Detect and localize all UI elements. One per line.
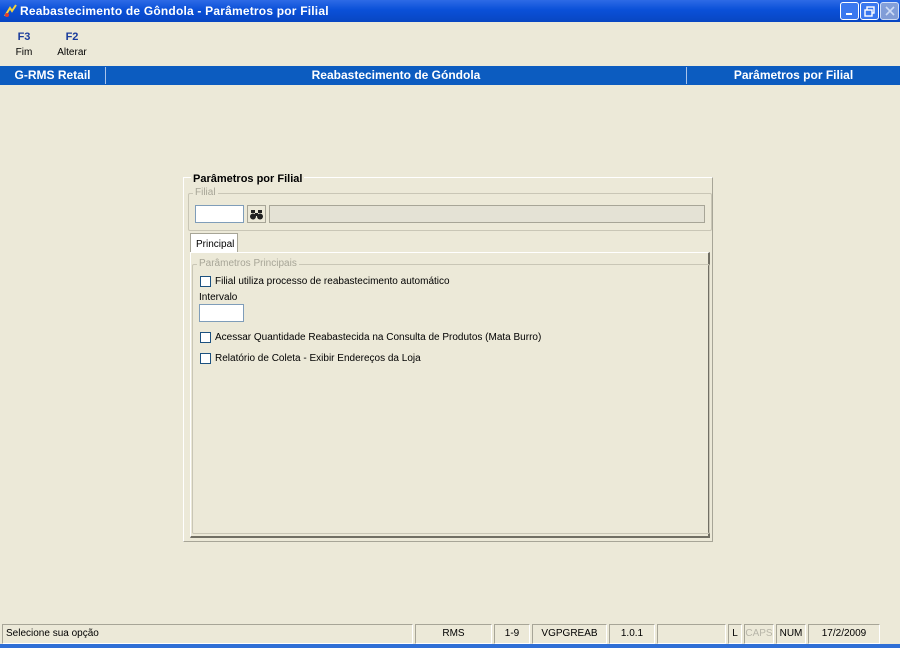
interval-input[interactable]: [199, 304, 244, 322]
auto-restock-label: Filial utiliza processo de reabastecimen…: [215, 276, 450, 287]
close-icon: [884, 6, 895, 16]
status-system: RMS: [415, 624, 492, 644]
tab-principal[interactable]: Principal: [190, 233, 238, 253]
filial-search-button[interactable]: [247, 205, 266, 223]
status-num: NUM: [776, 624, 806, 644]
close-button[interactable]: [880, 2, 899, 20]
status-l: L: [728, 624, 742, 644]
app-icon: [4, 4, 17, 17]
module-header-bar: G-RMS Retail Reabastecimento de Góndola …: [0, 66, 900, 85]
fkey-alterar-key: F2: [65, 31, 79, 43]
status-program: VGPGREAB: [532, 624, 607, 644]
window-titlebar: Reabastecimento de Gôndola - Parâmetros …: [0, 0, 900, 22]
minimize-icon: [846, 12, 852, 15]
collect-report-label: Relatório de Coleta - Exibir Endereços d…: [215, 353, 421, 364]
fkey-alterar[interactable]: F2 Alterar: [55, 31, 89, 58]
collect-report-checkbox[interactable]: [200, 353, 211, 364]
restore-button[interactable]: [860, 2, 879, 20]
filial-description-field: [269, 205, 705, 223]
taskbar-edge: [0, 644, 900, 648]
panel-title: Parâmetros por Filial: [191, 173, 305, 185]
status-empty-cell: [657, 624, 726, 644]
restore-icon: [864, 5, 875, 17]
fkey-fim[interactable]: F3 Fim: [12, 31, 36, 58]
parametros-principais-legend: Parâmetros Principais: [197, 258, 299, 269]
fkey-fim-key: F3: [17, 31, 31, 43]
header-app-name: G-RMS Retail: [14, 68, 91, 82]
minimize-button[interactable]: [840, 2, 859, 20]
binoculars-icon: [250, 209, 263, 219]
status-version: 1.0.1: [609, 624, 655, 644]
function-key-bar: F3 Fim F2 Alterar: [0, 22, 900, 66]
status-caps: CAPS: [744, 624, 774, 644]
interval-label: Intervalo: [199, 292, 238, 303]
filial-group-legend: Filial: [193, 187, 218, 198]
parametros-principais-group: Parâmetros Principais: [192, 258, 710, 534]
header-screen-name: Parâmetros por Filial: [733, 68, 854, 82]
filial-code-input[interactable]: [195, 205, 244, 223]
tab-principal-label: Principal: [196, 239, 235, 250]
status-range: 1-9: [494, 624, 530, 644]
window-title: Reabastecimento de Gôndola - Parâmetros …: [20, 4, 329, 18]
mata-burro-label: Acessar Quantidade Reabastecida na Consu…: [215, 332, 542, 343]
auto-restock-checkbox[interactable]: [200, 276, 211, 287]
header-module-name: Reabastecimento de Góndola: [311, 68, 481, 82]
fkey-fim-label: Fim: [15, 47, 33, 58]
status-message: Selecione sua opção: [2, 624, 413, 644]
mata-burro-checkbox[interactable]: [200, 332, 211, 343]
fkey-alterar-label: Alterar: [57, 47, 87, 58]
status-date: 17/2/2009: [808, 624, 880, 644]
